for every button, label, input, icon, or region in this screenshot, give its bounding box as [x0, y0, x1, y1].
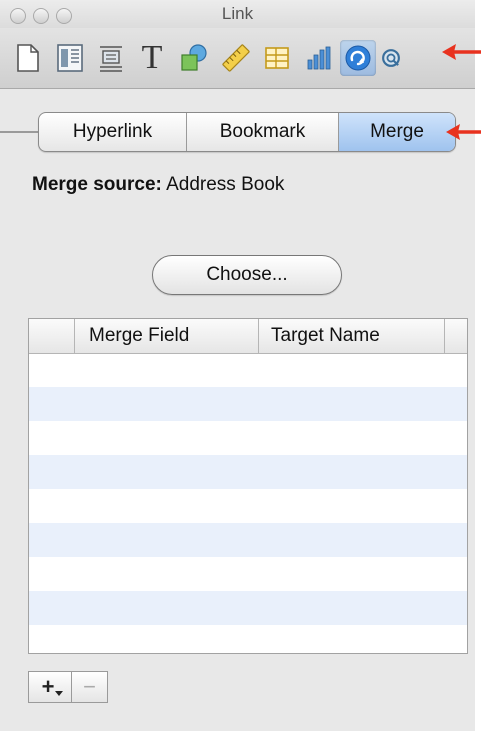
merge-source-value: Address Book — [166, 174, 285, 195]
toolbar-layout-button[interactable] — [52, 40, 88, 76]
annotation-arrow-link-button — [442, 44, 481, 60]
link-type-tabs: Hyperlink Bookmark Merge — [38, 112, 456, 152]
dropdown-arrow-icon — [55, 691, 63, 696]
table-icon — [265, 47, 289, 69]
toolbar-metrics-button[interactable] — [218, 40, 254, 76]
graphic-icon — [181, 44, 207, 71]
metrics-icon — [222, 44, 250, 72]
tab-bookmark[interactable]: Bookmark — [187, 113, 339, 151]
table-row[interactable] — [29, 557, 467, 591]
table-row[interactable] — [29, 523, 467, 557]
tab-hyperlink[interactable]: Hyperlink — [39, 113, 187, 151]
toolbar-quicktime-button[interactable] — [381, 40, 401, 76]
add-field-button[interactable]: + — [28, 671, 72, 703]
table-row[interactable] — [29, 353, 467, 387]
tabs-divider — [0, 131, 42, 133]
toolbar-link-button[interactable] — [340, 40, 376, 76]
remove-field-button[interactable]: − — [72, 671, 108, 703]
inspector-toolbar: T — [0, 28, 475, 89]
tab-merge[interactable]: Merge — [339, 113, 455, 151]
table-row[interactable] — [29, 625, 467, 653]
window-title: Link — [221, 4, 254, 23]
minus-icon: − — [83, 674, 96, 699]
table-row[interactable] — [29, 387, 467, 421]
merge-source-label: Merge source: — [32, 174, 162, 195]
table-row[interactable] — [29, 421, 467, 455]
document-icon — [17, 44, 39, 72]
quicktime-icon — [382, 49, 400, 67]
plus-icon: + — [41, 674, 55, 699]
annotation-arrow-merge-tab — [446, 124, 481, 140]
link-icon — [345, 45, 371, 71]
column-header-blank[interactable] — [29, 319, 75, 353]
toolbar-table-button[interactable] — [259, 40, 295, 76]
merge-fields-table: Merge Field Target Name — [28, 318, 468, 654]
chart-icon — [307, 46, 331, 70]
toolbar-wrap-button[interactable] — [93, 40, 129, 76]
title-bar: Link — [0, 0, 475, 28]
choose-button[interactable]: Choose... — [152, 255, 342, 295]
column-header-end — [445, 319, 467, 353]
layout-icon — [57, 44, 83, 72]
table-row[interactable] — [29, 489, 467, 523]
toolbar-graphic-button[interactable] — [176, 40, 212, 76]
toolbar-chart-button[interactable] — [300, 40, 336, 76]
table-row[interactable] — [29, 591, 467, 625]
column-header-target-name[interactable]: Target Name — [259, 319, 445, 353]
wrap-icon — [100, 46, 122, 72]
toolbar-text-button[interactable]: T — [134, 40, 170, 76]
table-row[interactable] — [29, 455, 467, 489]
table-header: Merge Field Target Name — [29, 319, 467, 354]
column-header-merge-field[interactable]: Merge Field — [75, 319, 259, 353]
merge-source-row: Merge source: Address Book — [32, 174, 284, 196]
link-inspector-window: Link T Hyperlink Bookmark Merge Merge so… — [0, 0, 475, 731]
table-footer-buttons: + − — [28, 671, 108, 703]
text-icon: T — [141, 39, 163, 76]
toolbar-document-button[interactable] — [10, 40, 46, 76]
